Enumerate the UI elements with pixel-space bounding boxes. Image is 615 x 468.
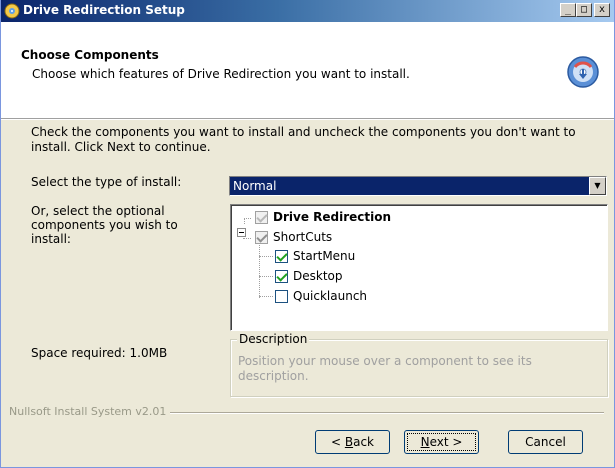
checkbox-checked[interactable] [275,270,288,283]
next-button[interactable]: Next > [404,430,479,454]
tree-item-label: ShortCuts [273,230,333,244]
back-button[interactable]: < Back [315,430,390,454]
tree-item-label: Drive Redirection [273,210,392,224]
checkbox-unchecked[interactable] [275,290,288,303]
window-title: Drive Redirection Setup [23,3,185,17]
page-header: Choose Components Choose which features … [1,22,614,120]
tree-item-label: Quicklaunch [293,289,368,303]
description-text: Position your mouse over a component to … [238,354,532,383]
next-rest: ext > [429,435,463,449]
checkbox-partial[interactable] [255,231,268,244]
back-prefix: < [330,435,345,449]
minimize-button[interactable]: _ [560,3,576,17]
chevron-down-icon[interactable]: ▼ [589,177,606,195]
install-type-label: Select the type of install: [31,175,182,189]
checkbox-checked[interactable] [275,250,288,263]
setup-window: Drive Redirection Setup _ □ x Choose Com… [0,0,615,468]
tree-collapse-icon[interactable] [237,228,246,237]
back-rest: ack [353,435,374,449]
cancel-button[interactable]: Cancel [508,430,583,454]
title-bar[interactable]: Drive Redirection Setup _ □ x [1,0,614,22]
tree-item-label: Desktop [293,269,343,283]
tree-item-label: StartMenu [293,249,356,263]
maximize-button[interactable]: □ [576,3,592,17]
next-accel: N [420,435,430,449]
description-box: Description Position your mouse over a c… [230,332,608,397]
install-type-value: Normal [233,179,277,193]
installer-app-icon [4,3,20,19]
close-button[interactable]: x [594,3,610,17]
back-accel: B [344,435,354,449]
optional-components-label: Or, select the optional components you w… [31,204,178,246]
install-type-select[interactable]: Normal ▼ [229,176,607,196]
nsis-branding: Nullsoft Install System v2.01 [6,405,171,418]
instructions-text: Check the components you want to install… [31,125,576,154]
page-subtitle: Choose which features of Drive Redirecti… [32,67,410,81]
page-title: Choose Components [21,48,159,62]
components-tree[interactable]: Drive Redirection ShortCuts StartMenu De… [230,204,608,331]
checkbox-disabled-checked [255,211,268,224]
description-legend: Description [237,332,310,346]
space-required-text: Space required: 1.0MB [31,346,168,360]
installer-disc-icon [567,56,599,88]
